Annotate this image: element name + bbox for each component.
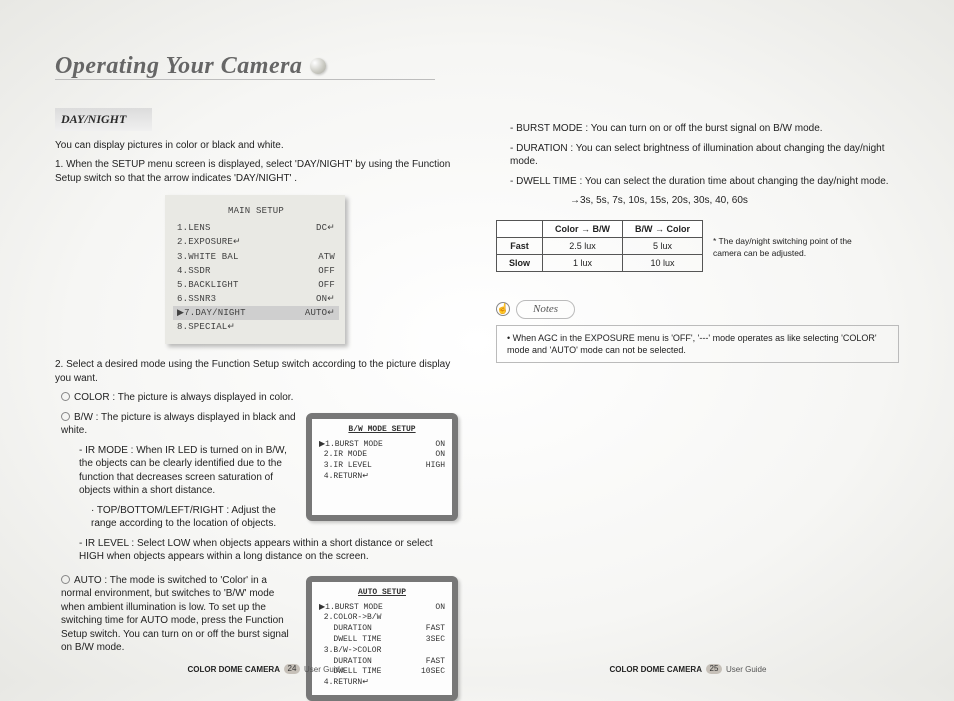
page-title: Operating Your Camera — [55, 50, 458, 82]
row-slow: Slow — [497, 254, 543, 271]
option-color: COLOR : The picture is always displayed … — [61, 391, 458, 405]
osd-row: 3.IR LEVELHIGH — [317, 461, 447, 472]
intro-text: You can display pictures in color or bla… — [55, 139, 458, 153]
step-2: 2. Select a desired mode using the Funct… — [55, 358, 458, 385]
osd-row: ▶1.BURST MODEON — [317, 603, 447, 614]
footer-guide: User Guide — [304, 665, 344, 674]
headline-underline — [55, 79, 435, 80]
osd-row: DWELL TIME3SEC — [317, 635, 447, 646]
dwell-text: - DWELL TIME : You can select the durati… — [510, 175, 899, 189]
notes-label-text: Notes — [516, 300, 575, 319]
page-footers: COLOR DOME CAMERA 24 User Guide COLOR DO… — [55, 664, 899, 674]
page-number-left: 24 — [284, 664, 300, 674]
menu-row: 2.EXPOSURE↵ — [173, 235, 339, 249]
osd-row: 4.RETURN↵ — [317, 472, 447, 483]
footer-brand: COLOR DOME CAMERA — [188, 665, 280, 674]
footer-guide: User Guide — [726, 665, 766, 674]
step-1: 1. When the SETUP menu screen is display… — [55, 158, 458, 185]
bw-osd-box: B/W MODE SETUP ▶1.BURST MODEON 2.IR MODE… — [306, 413, 458, 521]
burst-mode-text: - BURST MODE : You can turn on or off th… — [510, 122, 899, 136]
footer-right: COLOR DOME CAMERA 25 User Guide — [610, 664, 767, 674]
page-title-text: Operating Your Camera — [55, 50, 302, 82]
osd-row: DURATIONFAST — [317, 624, 447, 635]
menu-row: 6.SSNR3ON↵ — [173, 292, 339, 306]
menu-row: 4.SSDROFF — [173, 264, 339, 278]
ir-level-text: - IR LEVEL : Select LOW when objects app… — [79, 537, 458, 564]
row-fast: Fast — [497, 237, 543, 254]
page-number-right: 25 — [706, 664, 722, 674]
notes-box: • When AGC in the EXPOSURE menu is 'OFF'… — [496, 325, 899, 363]
footer-left: COLOR DOME CAMERA 24 User Guide — [188, 664, 345, 674]
switching-table: Color → B/WB/W → Color Fast2.5 lux5 lux … — [496, 220, 703, 272]
menu-row: 3.WHITE BALATW — [173, 250, 339, 264]
dwell-values: →3s, 5s, 7s, 10s, 15s, 20s, 30s, 40, 60s — [570, 194, 899, 208]
duration-text: - DURATION : You can select brightness o… — [510, 142, 899, 169]
osd-row: 2.IR MODEON — [317, 450, 447, 461]
menu-row: 1.LENSDC↵ — [173, 221, 339, 235]
headline-icon — [310, 58, 326, 74]
main-menu-title: MAIN SETUP — [173, 205, 339, 217]
hand-icon: ☝ — [496, 302, 510, 316]
bw-osd-title: B/W MODE SETUP — [317, 425, 447, 436]
footer-brand: COLOR DOME CAMERA — [610, 665, 702, 674]
th-bw-color: B/W → Color — [623, 220, 703, 237]
menu-row-selected: ▶7.DAY/NIGHTAUTO↵ — [173, 306, 339, 320]
menu-row: 5.BACKLIGHTOFF — [173, 278, 339, 292]
osd-row: 4.RETURN↵ — [317, 678, 447, 689]
auto-osd-title: AUTO SETUP — [317, 588, 447, 599]
auto-osd-box: AUTO SETUP ▶1.BURST MODEON 2.COLOR->B/W … — [306, 576, 458, 701]
main-menu-box: MAIN SETUP 1.LENSDC↵ 2.EXPOSURE↵ 3.WHITE… — [165, 195, 345, 344]
osd-row: 3.B/W->COLOR — [317, 646, 447, 657]
osd-row: ▶1.BURST MODEON — [317, 440, 447, 451]
section-heading: DAY/NIGHT — [55, 108, 152, 130]
table-footnote: * The day/night switching point of the c… — [713, 236, 868, 259]
osd-row: 2.COLOR->B/W — [317, 613, 447, 624]
menu-row: 8.SPECIAL↵ — [173, 320, 339, 334]
th-color-bw: Color → B/W — [543, 220, 623, 237]
notes-heading: ☝ Notes — [496, 300, 899, 319]
